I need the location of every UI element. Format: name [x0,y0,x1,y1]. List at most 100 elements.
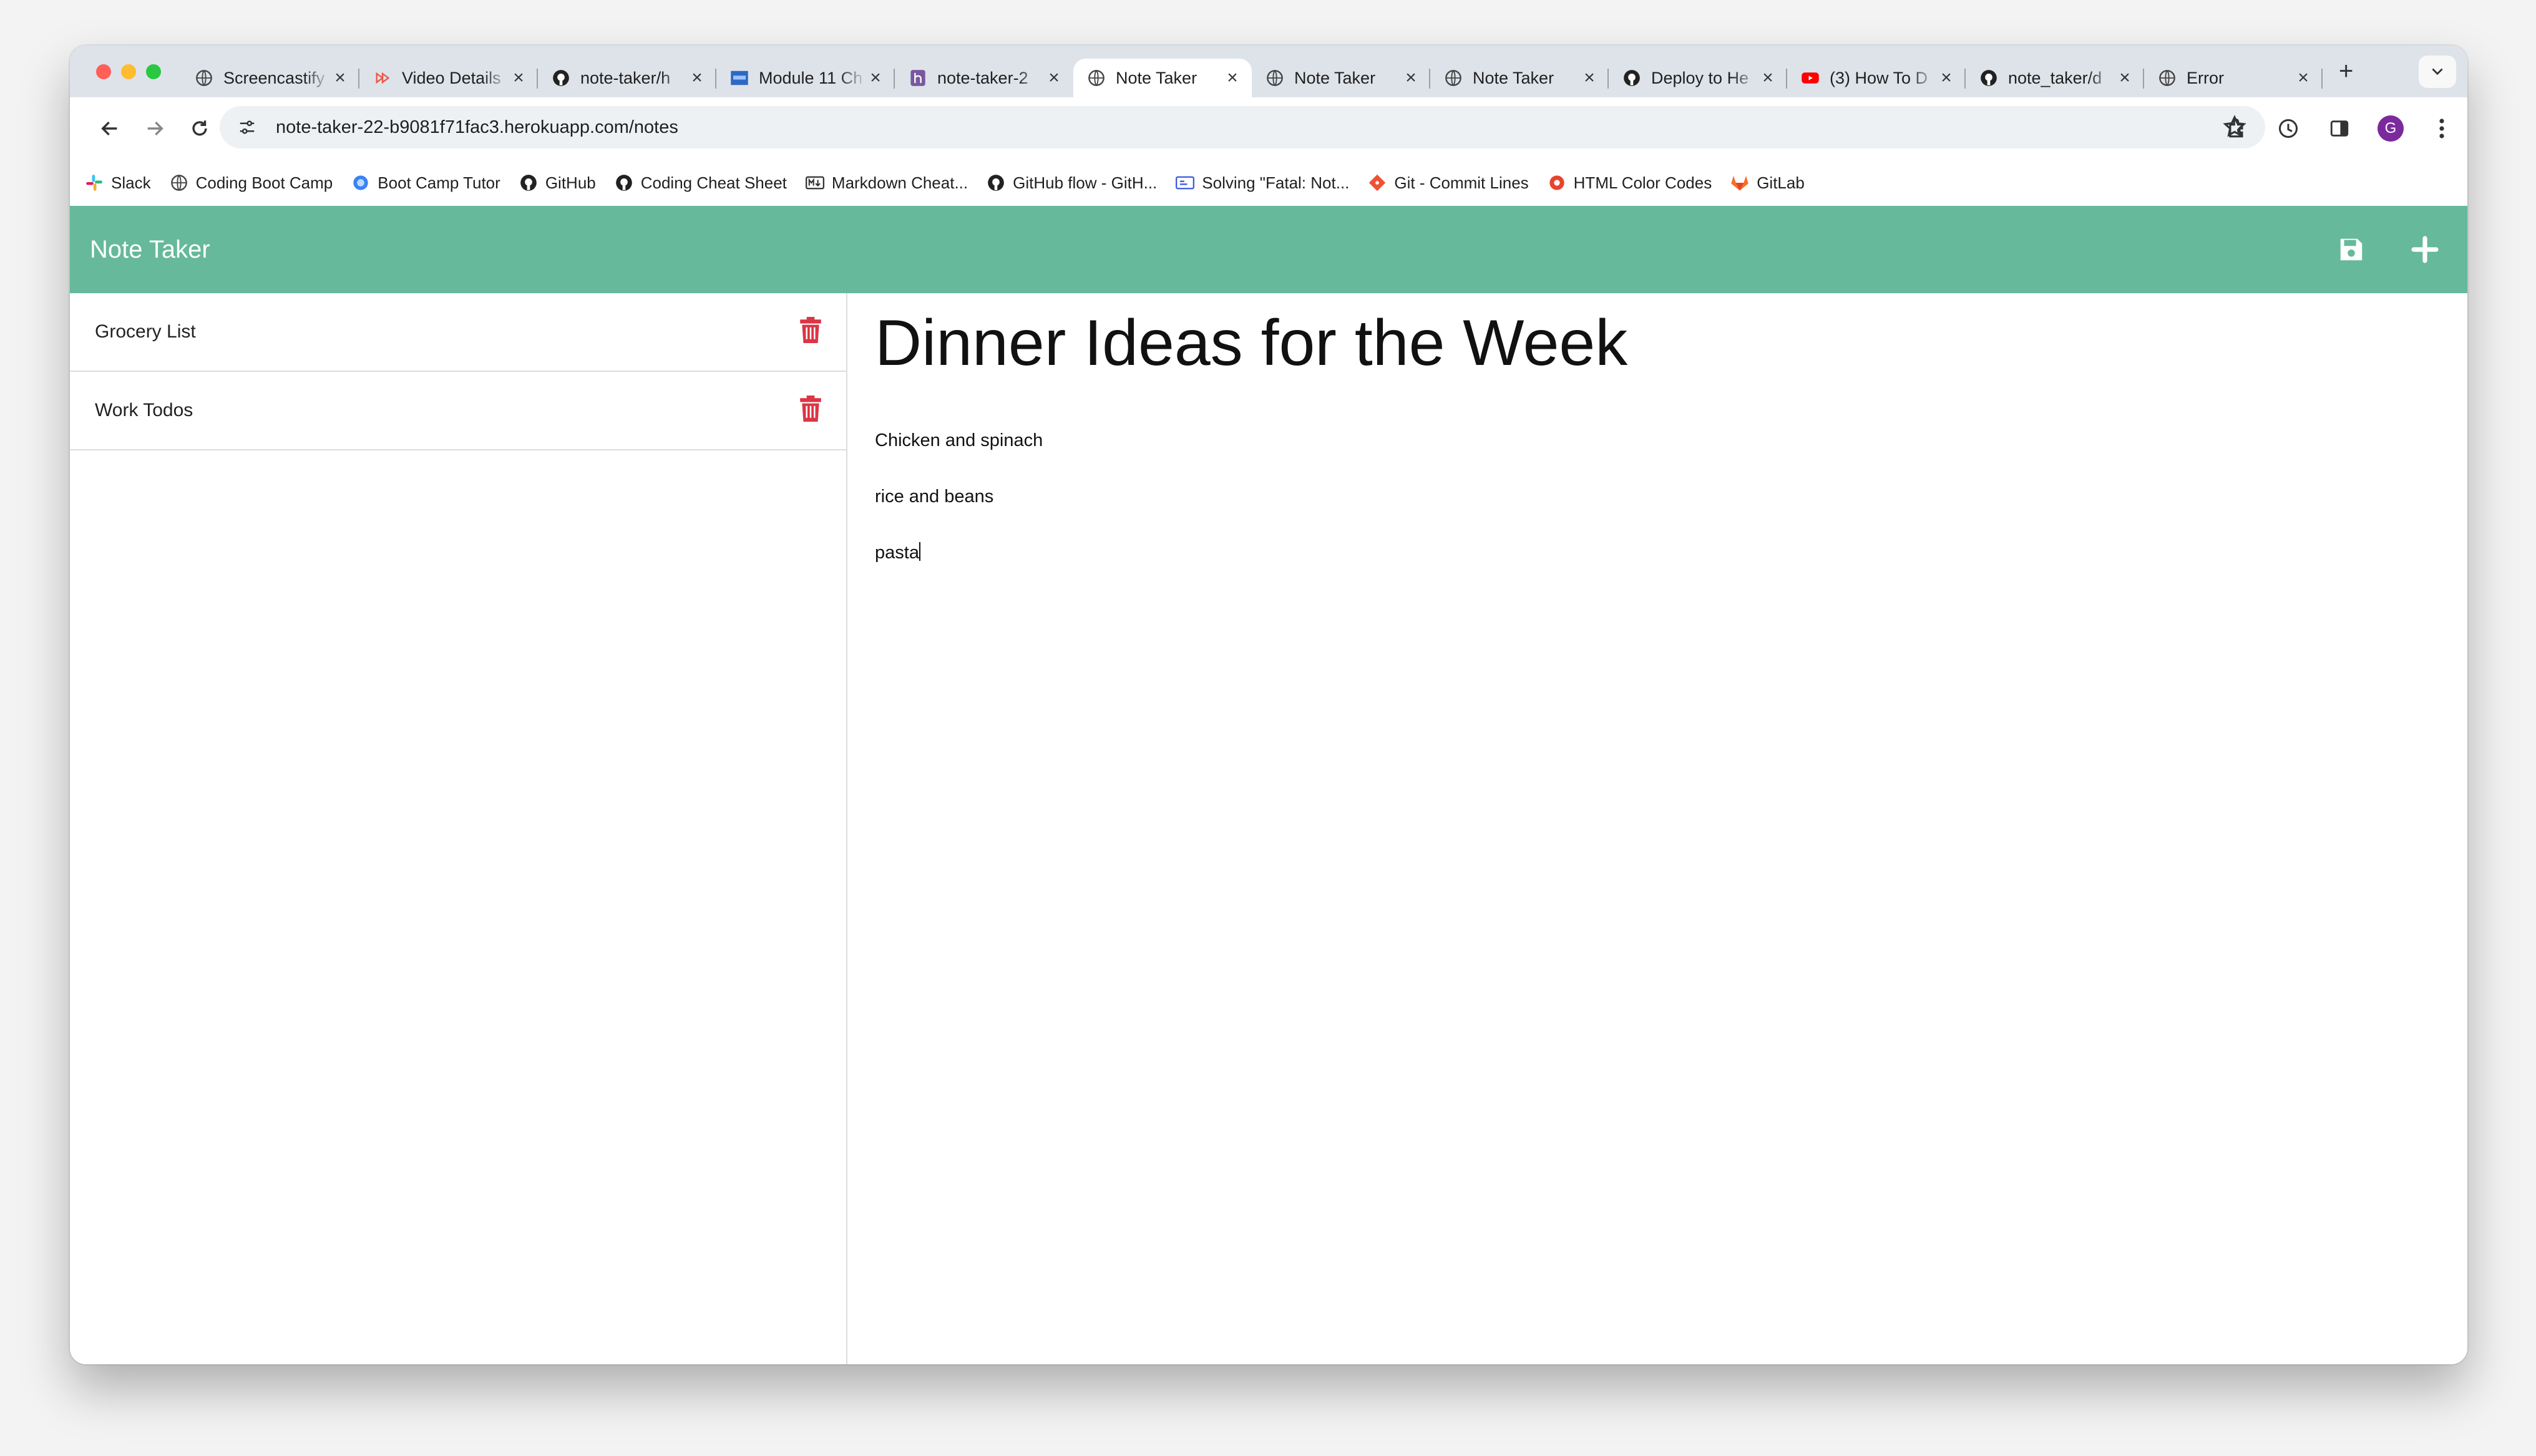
reload-button[interactable] [181,110,218,147]
ucla-icon [730,69,749,87]
bookmark-solving-fatal[interactable]: Solving "Fatal: Not... [1176,173,1349,193]
menu-kebab-icon[interactable] [2426,111,2457,146]
new-note-button[interactable] [2406,231,2444,268]
note-title: Grocery List [95,321,196,342]
browser-tab[interactable]: Module 11 Ch × [716,59,895,97]
close-tab-icon[interactable]: × [1402,67,1420,88]
close-tab-icon[interactable]: × [1045,67,1063,88]
save-icon [2340,238,2363,261]
profile-avatar[interactable]: G [2375,111,2406,146]
back-button[interactable] [91,110,129,147]
browser-tab[interactable]: Error × [2144,59,2323,97]
tab-title: Screencastify [223,68,325,87]
close-tab-icon[interactable]: × [2294,67,2313,88]
browser-window: Screencastify × Video Details × note-tak… [70,46,2467,1364]
list-item[interactable]: Grocery List [70,293,846,372]
browser-tab-active[interactable]: Note Taker × [1073,59,1252,97]
bookmark-label: Git - Commit Lines [1394,173,1529,192]
app-brand[interactable]: Note Taker [90,236,210,264]
close-tab-icon[interactable]: × [1937,67,1956,88]
globe-icon [170,173,188,192]
tab-title: Note Taker [1294,68,1376,87]
tab-title: Module 11 Ch [759,68,863,87]
close-tab-icon[interactable]: × [2115,67,2134,88]
close-tab-icon[interactable]: × [1758,67,1777,88]
slack-icon [85,173,104,192]
delete-note-icon[interactable] [800,317,822,344]
browser-tab[interactable]: Screencastify × [181,59,359,97]
toolbar-actions: G [2221,111,2457,146]
side-panel-icon[interactable] [2324,111,2355,146]
minimize-window-button[interactable] [121,64,136,79]
bookmark-label: GitLab [1757,173,1805,192]
new-tab-button[interactable]: + [2339,57,2353,85]
video-icon [373,69,392,87]
gitlab-icon [1730,173,1749,192]
browser-tab[interactable]: Video Details × [359,59,538,97]
forward-button[interactable] [136,110,173,147]
app-navbar: Note Taker [70,206,2467,293]
bookmark-label: Coding Cheat Sheet [640,173,787,192]
bookmark-boot-camp-tutor[interactable]: Boot Camp Tutor [351,173,500,193]
browser-tab[interactable]: Note Taker × [1252,59,1430,97]
globe-icon [2158,69,2177,87]
browser-tab[interactable]: (3) How To D × [1787,59,1966,97]
youtube-icon [1801,69,1820,87]
close-tab-icon[interactable]: × [866,67,885,88]
close-tab-icon[interactable]: × [509,67,528,88]
reload-icon [192,120,207,136]
browser-toolbar: note-taker-22-b9081f71fac3.herokuapp.com… [70,97,2467,160]
bookmark-git-commit-lines[interactable]: Git - Commit Lines [1368,173,1529,193]
close-window-button[interactable] [96,64,111,79]
bookmark-github-flow[interactable]: GitHub flow - GitH... [987,173,1157,193]
note-text-area[interactable]: Chicken and spinach rice and beans pasta [875,399,2435,595]
performance-icon[interactable] [2273,111,2304,146]
close-tab-icon[interactable]: × [331,67,349,88]
note-title-input[interactable]: Dinner Ideas for the Week [875,304,2435,382]
bookmark-label: Slack [111,173,151,192]
globe-icon [1087,69,1106,87]
bookmark-label: GitHub flow - GitH... [1013,173,1158,192]
github-icon [615,173,633,192]
globe-icon [195,69,213,87]
bookmark-coding-cheat-sheet[interactable]: Coding Cheat Sheet [615,173,787,193]
bookmark-label: Boot Camp Tutor [378,173,500,192]
tab-title: note-taker/h [580,68,671,87]
close-tab-icon[interactable]: × [1580,67,1599,88]
bookmark-coding-boot-camp[interactable]: Coding Boot Camp [170,173,333,193]
bookmark-label: Solving "Fatal: Not... [1202,173,1350,192]
note-taker-app: Note Taker Grocery List Work Todos Dinne… [70,206,2467,1364]
tab-strip: Screencastify × Video Details × note-tak… [70,46,2467,97]
tab-search-button[interactable] [2419,56,2456,88]
chevron-down-icon [2432,68,2443,75]
browser-tab[interactable]: note-taker/h × [538,59,716,97]
save-note-button[interactable] [2333,231,2370,268]
close-tab-icon[interactable]: × [688,67,706,88]
arrow-right-icon [147,121,163,136]
site-settings-icon[interactable] [235,118,260,137]
note-editor: Dinner Ideas for the Week Chicken and sp… [875,293,2435,595]
bookmark-github[interactable]: GitHub [519,173,596,193]
browser-tab[interactable]: Note Taker × [1430,59,1609,97]
bookmark-markdown-cheat[interactable]: Markdown Cheat... [805,173,968,193]
bookmark-html-color-codes[interactable]: HTML Color Codes [1548,173,1712,193]
browser-tab[interactable]: note-taker-2 × [895,59,1073,97]
delete-note-icon[interactable] [800,396,822,423]
bookmark-gitlab[interactable]: GitLab [1730,173,1805,193]
tab-title: Deploy to He [1651,68,1749,87]
circle-blue-icon [351,173,370,192]
tab-list: Screencastify × Video Details × note-tak… [181,46,2353,97]
browser-tab[interactable]: note_taker/d × [1966,59,2144,97]
globe-icon [1444,69,1463,87]
maximize-window-button[interactable] [146,64,161,79]
list-item[interactable]: Work Todos [70,372,846,450]
globe-icon [1266,69,1284,87]
bookmark-slack[interactable]: Slack [85,173,151,193]
extensions-icon[interactable] [2221,111,2253,146]
browser-tab[interactable]: Deploy to He × [1609,59,1787,97]
tab-title: note_taker/d [2008,68,2102,87]
window-controls [96,64,161,79]
close-tab-icon[interactable]: × [1223,67,1242,88]
tab-title: (3) How To D [1830,68,1928,87]
address-bar[interactable]: note-taker-22-b9081f71fac3.herokuapp.com… [220,106,2265,148]
